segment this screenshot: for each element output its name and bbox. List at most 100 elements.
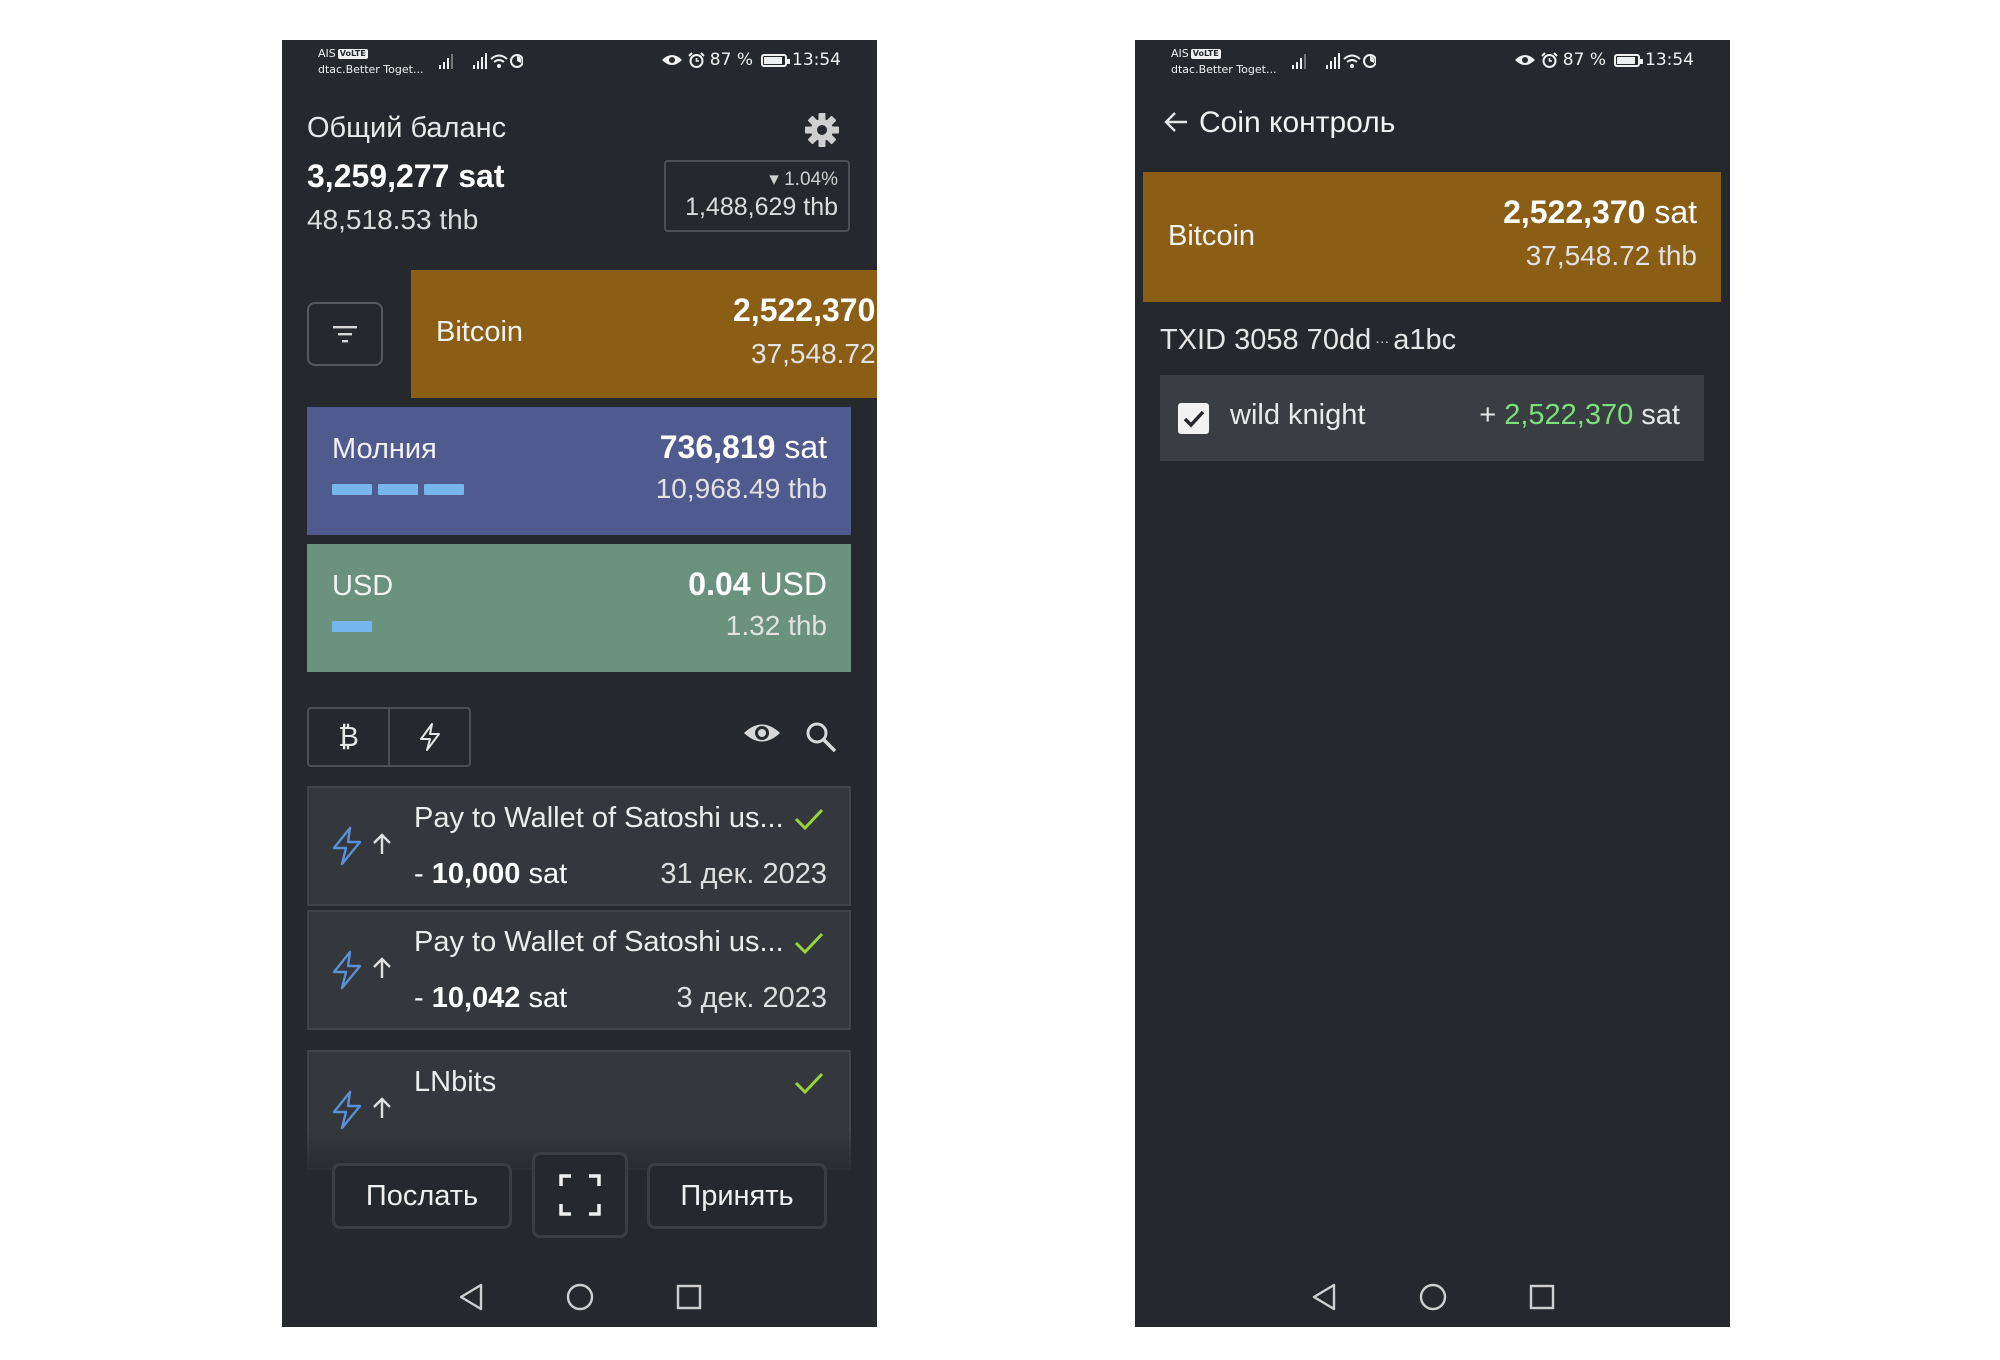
transaction-sign: - [414,982,432,1014]
battery-percent: 87 % [709,50,753,70]
signal-icon [1292,53,1377,69]
tab-lightning[interactable] [390,709,469,765]
check-icon [794,808,824,831]
signal-icons [1292,52,1377,74]
carrier-info: AIS VoLTE dtac.Better Toget... [318,46,423,78]
battery-icon [1614,53,1643,67]
nav-back-icon[interactable] [457,1282,485,1312]
carrier-top: AIS [1171,47,1189,60]
checkmark-icon [1183,410,1205,428]
wallet-amount: 2,522,370 [733,292,875,329]
txid-heading: TXID 3058 70dd ··· a1bc [1160,324,1456,357]
bitcoin-icon: ₿ [338,721,359,752]
wallet-fiat: 10,968.49 thb [655,473,827,504]
nav-home-icon[interactable] [565,1282,595,1312]
nav-recents-icon[interactable] [1528,1283,1556,1311]
utxo-checkbox[interactable] [1178,403,1209,434]
scan-qr-icon [559,1174,601,1216]
wallet-name: Bitcoin [436,316,524,348]
lightning-icon [332,1090,362,1130]
rate-change-box[interactable]: ▾ 1.04% 1,488,629 thb [664,160,850,232]
status-bar: AIS VoLTE dtac.Better Toget... 87 % 13:54 [1135,40,1730,100]
transaction-date: 31 дек. 2023 [660,858,827,890]
wallet-name: USD [332,570,394,602]
clock: 13:54 [1645,50,1694,70]
transaction-title: LNbits [414,1066,497,1098]
nav-recents-icon[interactable] [675,1283,703,1311]
signal-icons [439,52,524,74]
wallet-amount: 2,522,370 sat [1503,194,1697,231]
page-title: Coin контроль [1199,106,1396,139]
nav-home-icon[interactable] [1418,1282,1448,1312]
txid-start: TXID 3058 70dd [1160,324,1372,356]
wallet-amount: 0.04 USD [688,566,827,603]
wallet-fiat: 1.32 thb [725,610,827,641]
wallet-fiat: 37,548.72 thb [1525,240,1697,271]
carrier-top: AIS [318,47,336,60]
tx-type-toggle: ₿ [307,707,471,767]
scan-button[interactable] [532,1152,628,1238]
total-balance-title: Общий баланс [307,112,507,144]
utxo-label: wild knight [1230,399,1366,431]
wallet-card-bitcoin: Bitcoin 2,522,370 sat 37,548.72 thb [1143,172,1721,302]
rate-change-percent: ▾ 1.04% [769,169,838,190]
clock: 13:54 [792,50,841,70]
volte-badge: VoLTE [1190,49,1221,59]
status-right: 87 % 13:54 [661,50,841,70]
status-right: 87 % 13:54 [1514,50,1694,70]
transaction-amount: - 10,042 sat [414,982,567,1015]
wallet-home-screen: AIS VoLTE dtac.Better Toget... 87 % 13:54… [282,40,877,1327]
tab-bitcoin[interactable]: ₿ [309,709,390,765]
lightning-icon [332,826,362,866]
arrow-up-icon [373,1097,391,1118]
search-icon[interactable] [804,720,838,754]
eye-status-icon [1514,55,1535,65]
transaction-amount: - 10,000 sat [414,858,567,891]
transaction-row[interactable]: Pay to Wallet of Satoshi us... - 10,000 … [307,786,851,906]
wallet-progress-bars [332,484,464,495]
carrier-bottom: dtac.Better Toget... [1171,63,1277,76]
check-icon [794,932,824,955]
wallet-card-usd[interactable]: USD 0.04 USD 1.32 thb [307,544,851,672]
eye-icon[interactable] [742,720,782,746]
utxo-unit: sat [1633,399,1680,431]
arrow-up-icon [373,957,391,978]
carrier-bottom: dtac.Better Toget... [318,63,424,76]
back-arrow-icon[interactable] [1163,110,1189,134]
transaction-date: 3 дек. 2023 [676,982,827,1014]
send-button[interactable]: Послать [332,1163,512,1229]
transaction-amount-value: 10,042 [431,982,521,1014]
txid-end: a1bc [1393,324,1457,356]
wallet-amount: 736,819 sat [660,429,827,466]
transaction-sign: - [414,858,432,890]
settings-gear-icon[interactable] [802,110,842,150]
filter-icon [333,326,357,343]
wallet-name: Bitcoin [1168,220,1256,252]
alarm-icon [688,51,705,68]
wallet-card-bitcoin[interactable]: Bitcoin 2,522,370 37,548.72 [411,270,877,398]
volte-badge: VoLTE [337,49,368,59]
wallet-progress-bars [332,621,372,632]
alarm-icon [1541,51,1558,68]
battery-percent: 87 % [1562,50,1606,70]
coin-control-screen: AIS VoLTE dtac.Better Toget... 87 % 13:54… [1135,40,1730,1327]
transaction-unit: sat [520,982,568,1014]
txid-ellipsis: ··· [1375,333,1390,350]
transaction-amount-value: 10,000 [431,858,521,890]
eye-status-icon [661,55,682,65]
receive-button[interactable]: Принять [647,1163,827,1229]
lightning-icon [419,723,440,751]
check-icon [794,1072,824,1095]
nav-back-icon[interactable] [1310,1282,1338,1312]
wallet-amount-unit: sat [775,429,827,465]
arrow-up-icon [373,833,391,854]
wallet-amount-unit: sat [1645,194,1697,230]
status-bar: AIS VoLTE dtac.Better Toget... 87 % 13:54 [282,40,877,100]
filter-button[interactable] [307,302,383,366]
wallet-amount-value: 0.04 [688,566,751,602]
transaction-unit: sat [520,858,568,890]
transaction-row[interactable]: Pay to Wallet of Satoshi us... - 10,042 … [307,910,851,1030]
utxo-row[interactable]: wild knight + 2,522,370 sat [1160,375,1704,461]
transaction-title: Pay to Wallet of Satoshi us... [414,802,784,834]
wallet-card-lightning[interactable]: Молния 736,819 sat 10,968.49 thb [307,407,851,535]
